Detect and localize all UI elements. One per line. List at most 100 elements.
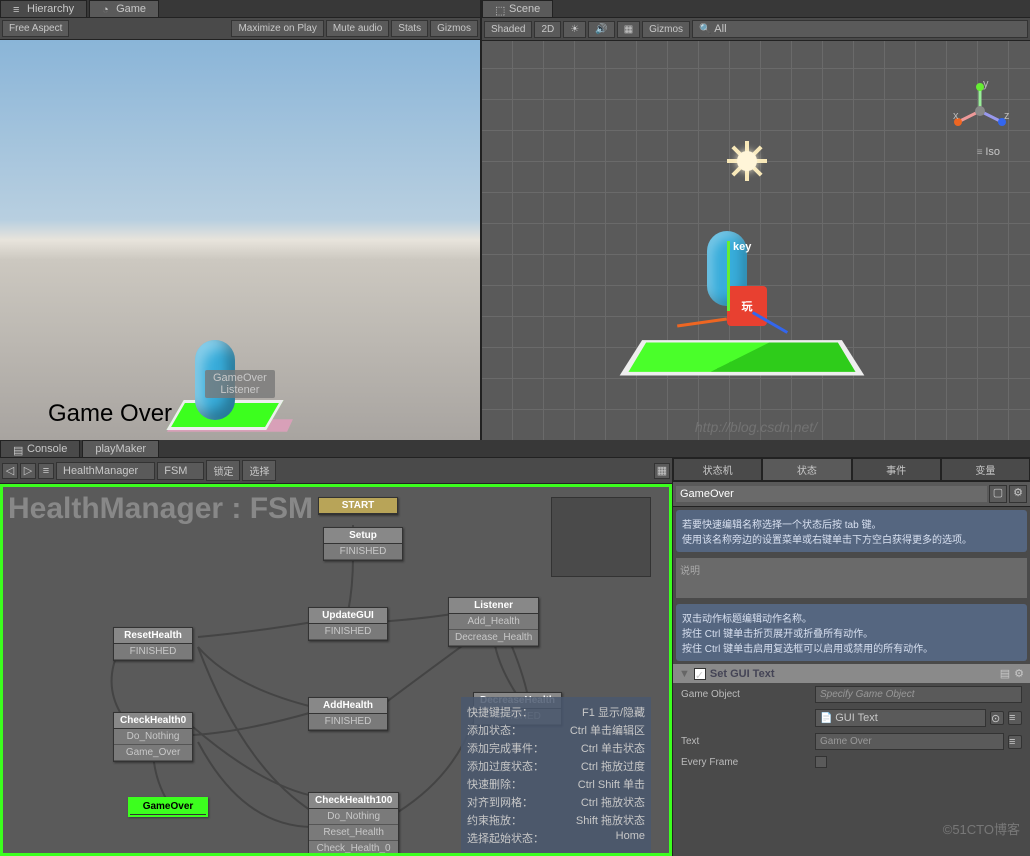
- y-arrow[interactable]: [727, 241, 730, 311]
- playmaker-tab[interactable]: playMaker: [82, 440, 159, 457]
- 2d-toggle[interactable]: 2D: [534, 21, 561, 38]
- action-header[interactable]: ▼ ✓ Set GUI Text ▤ ⚙: [673, 664, 1030, 683]
- scene-panel: ⬚ Scene Shaded 2D ☀ 🔊 ▦ Gizmos 🔍 All key: [482, 0, 1030, 440]
- scene-label: Scene: [509, 3, 540, 15]
- maximize-toggle[interactable]: Maximize on Play: [231, 20, 323, 37]
- fx-icon[interactable]: ▦: [617, 21, 640, 38]
- scene-icon-tab: ⬚: [495, 4, 505, 14]
- state-name-field[interactable]: GameOver: [676, 486, 987, 502]
- sun-icon: [727, 141, 767, 181]
- state-name-header: GameOver ▢ ⚙: [673, 482, 1030, 507]
- scene-search[interactable]: 🔍 All: [692, 20, 1028, 38]
- action-gear-icon[interactable]: ⚙: [1014, 667, 1024, 680]
- text-field[interactable]: Game Over: [815, 733, 1004, 750]
- inspector-tabs: 状态机 状态 事件 变量: [673, 458, 1030, 482]
- hierarchy-icon: ≡: [13, 4, 23, 14]
- addhealth-state[interactable]: AddHealthFINISHED: [308, 697, 388, 731]
- setup-state[interactable]: SetupFINISHED: [323, 527, 403, 561]
- var-tab[interactable]: 变量: [941, 458, 1030, 481]
- scene-viewport[interactable]: key 玩 y x z ≡ Iso htt: [482, 41, 1030, 440]
- setup-row: FINISHED: [324, 544, 402, 560]
- listener-state[interactable]: ListenerAdd_HealthDecrease_Health: [448, 597, 539, 647]
- resethealth-state[interactable]: ResetHealthFINISHED: [113, 627, 193, 661]
- everyframe-row: Every Frame: [673, 753, 1030, 771]
- stats-toggle[interactable]: Stats: [391, 20, 428, 37]
- fsm-tab[interactable]: 状态机: [673, 458, 762, 481]
- shaded-dropdown[interactable]: Shaded: [484, 21, 532, 38]
- guitext-picker[interactable]: ⊙: [990, 711, 1004, 725]
- pm-menu[interactable]: ≡: [38, 463, 54, 479]
- guitext-field[interactable]: 📄 GUI Text: [815, 709, 986, 727]
- checkhealth0-state[interactable]: CheckHealth0Do_NothingGame_Over: [113, 712, 193, 762]
- game-viewport[interactable]: GameOverListener Game Over: [0, 40, 480, 440]
- mute-toggle[interactable]: Mute audio: [326, 20, 389, 37]
- text-row: Text Game Over ≡: [673, 730, 1030, 753]
- updategui-row: FINISHED: [309, 624, 387, 640]
- action-enable-check[interactable]: ✓: [694, 668, 706, 680]
- guitext-var[interactable]: ≡: [1008, 711, 1022, 725]
- hierarchy-label: Hierarchy: [27, 3, 74, 15]
- checkhealth0-row2: Game_Over: [114, 745, 192, 761]
- game-tab[interactable]: ◔Game: [89, 0, 159, 17]
- minimap[interactable]: [551, 497, 651, 577]
- resethealth-label: ResetHealth: [114, 628, 192, 644]
- gameover-state[interactable]: GameOver: [128, 797, 208, 817]
- svg-text:y: y: [983, 81, 989, 90]
- hint2: 双击动作标题编辑动作名称。 按住 Ctrl 键单击折页展开或折叠所有动作。 按住…: [676, 604, 1027, 661]
- audio-icon[interactable]: 🔊: [588, 21, 614, 38]
- checkhealth100-label: CheckHealth100: [309, 793, 398, 809]
- everyframe-label: Every Frame: [681, 757, 811, 768]
- text-label: Text: [681, 736, 811, 747]
- game-over-text: Game Over: [48, 400, 172, 428]
- event-tab[interactable]: 事件: [852, 458, 941, 481]
- pm-object-dropdown[interactable]: HealthManager: [56, 462, 155, 480]
- light-icon[interactable]: ☀: [563, 21, 586, 38]
- checkhealth100-row2: Reset_Health: [309, 825, 398, 841]
- pm-settings[interactable]: ▦: [654, 463, 670, 479]
- orientation-gizmo[interactable]: y x z: [950, 81, 1010, 141]
- pm-title: HealthManager : FSM: [8, 492, 313, 526]
- gameover-label: GameOver: [130, 799, 206, 815]
- checkhealth100-state[interactable]: CheckHealth100Do_NothingReset_HealthChec…: [308, 792, 399, 856]
- addhealth-row: FINISHED: [309, 714, 387, 730]
- start-label: START: [319, 498, 397, 514]
- scene-playmaker-icon: 玩: [727, 286, 767, 326]
- pm-back[interactable]: ◁: [2, 463, 18, 479]
- scene-gizmos-dropdown[interactable]: Gizmos: [642, 21, 690, 38]
- text-var[interactable]: ≡: [1008, 735, 1022, 749]
- color-btn[interactable]: ▢: [989, 485, 1007, 503]
- pm-lock[interactable]: 锁定: [206, 460, 240, 481]
- pm-select[interactable]: 选择: [242, 460, 276, 481]
- hierarchy-tab[interactable]: ≡ Hierarchy: [0, 0, 87, 17]
- bottom-tabs: ▤ Console playMaker: [0, 440, 1030, 458]
- gameobject-field[interactable]: Specify Game Object: [815, 686, 1022, 703]
- setup-label: Setup: [324, 528, 402, 544]
- pm-fsm-dropdown[interactable]: FSM: [157, 462, 204, 480]
- pm-forward[interactable]: ▷: [20, 463, 36, 479]
- updategui-state[interactable]: UpdateGUIFINISHED: [308, 607, 388, 641]
- everyframe-check[interactable]: [815, 756, 827, 768]
- iso-label[interactable]: ≡ Iso: [977, 146, 1000, 158]
- x-arrow[interactable]: [677, 318, 727, 328]
- description-field[interactable]: 说明: [676, 558, 1027, 598]
- gizmos-dropdown[interactable]: Gizmos: [430, 20, 478, 37]
- console-icon: ▤: [13, 444, 23, 454]
- expand-icon: ▼: [679, 668, 690, 680]
- aspect-dropdown[interactable]: Free Aspect: [2, 20, 69, 37]
- console-tab[interactable]: ▤ Console: [0, 440, 80, 457]
- svg-text:x: x: [953, 110, 959, 122]
- game-label: Game: [116, 3, 146, 15]
- game-tabs: ≡ Hierarchy ◔Game: [0, 0, 480, 18]
- playmaker-panel: ◁ ▷ ≡ HealthManager FSM 锁定 选择 ▦ HealthMa…: [0, 458, 672, 856]
- svg-text:z: z: [1004, 110, 1010, 122]
- gear-btn[interactable]: ⚙: [1009, 485, 1027, 503]
- pm-canvas[interactable]: HealthManager : FSM START SetupF: [0, 484, 672, 856]
- start-state[interactable]: START: [318, 497, 398, 515]
- state-tab[interactable]: 状态: [762, 458, 851, 481]
- addhealth-label: AddHealth: [309, 698, 387, 714]
- key-label: key: [733, 241, 751, 253]
- console-label: Console: [27, 443, 67, 455]
- listener-label: Listener: [449, 598, 538, 614]
- action-help-icon[interactable]: ▤: [1000, 667, 1010, 680]
- scene-tab[interactable]: ⬚ Scene: [482, 0, 553, 17]
